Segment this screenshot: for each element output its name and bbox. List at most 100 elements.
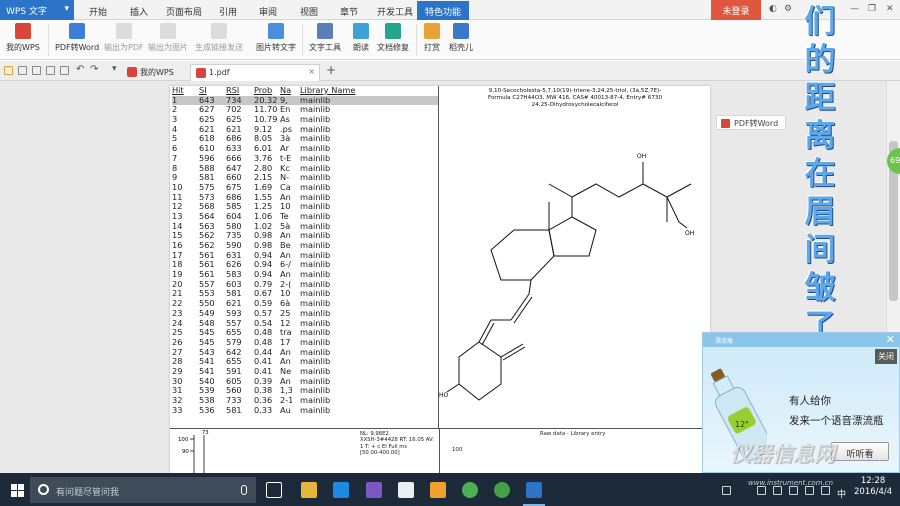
wps-logo-icon xyxy=(127,67,137,77)
bond xyxy=(571,183,680,223)
compound-name-cell: 9, xyxy=(280,95,288,105)
ring xyxy=(548,216,597,257)
shell-button[interactable]: 稻壳儿 xyxy=(449,23,473,53)
store-app-icon[interactable] xyxy=(333,482,349,498)
lyric-char: 们 xyxy=(804,4,836,40)
print-preview-icon[interactable] xyxy=(60,66,69,75)
login-button[interactable]: 未登录 xyxy=(711,0,761,20)
spectrum-info-line: XXSH-3#4428 RT: 16.05 AV: xyxy=(360,437,435,444)
read-aloud-button[interactable]: 朗读 xyxy=(353,23,369,53)
compound-name-cell: 25 xyxy=(280,308,291,318)
bond xyxy=(528,279,532,295)
pdf-to-word-float-button[interactable]: PDF转Word xyxy=(716,115,786,130)
package-app-icon[interactable] xyxy=(430,482,446,498)
wps-app-icon[interactable] xyxy=(526,482,542,498)
save-as-icon[interactable] xyxy=(32,66,41,75)
network-tray-icon[interactable] xyxy=(757,486,766,495)
wifi-icon[interactable] xyxy=(722,486,731,495)
listen-button[interactable]: 听听看 xyxy=(831,442,889,461)
menu-features[interactable]: 特色功能 xyxy=(417,1,470,20)
close-icon[interactable]: ✕ xyxy=(886,333,895,346)
ribbon-divider xyxy=(416,24,417,56)
ring xyxy=(458,341,502,401)
compound-synonym: 24,25-Dihydroxycholecalciferol xyxy=(531,102,619,108)
lyric-char: 间 xyxy=(804,232,836,268)
popup-title: 漂流瓶 xyxy=(715,338,734,345)
wifi-app-icon[interactable] xyxy=(494,482,510,498)
undo-icon[interactable]: ↶ xyxy=(76,64,85,75)
restore-icon[interactable]: ❐ xyxy=(868,4,876,14)
menu-insert[interactable]: 插入 xyxy=(130,5,148,18)
compound-name-cell: An xyxy=(280,270,291,280)
cortana-search-box[interactable]: 有问题尽管问我 xyxy=(30,477,256,503)
tab-my-wps[interactable]: 我的WPS xyxy=(122,64,184,81)
tab-document[interactable]: 1.pdf × xyxy=(190,64,320,81)
compound-formula: Formula C27H44O3, MW 416, CAS# 40013-87-… xyxy=(487,95,663,101)
close-icon[interactable]: ✕ xyxy=(886,4,894,14)
volume-icon[interactable] xyxy=(805,486,814,495)
tick-label: 100 xyxy=(178,437,189,443)
redo-icon[interactable]: ↷ xyxy=(90,64,99,75)
popup-titlebar: 漂流瓶 ✕ xyxy=(703,333,900,347)
battery-icon[interactable] xyxy=(789,486,798,495)
task-view-icon[interactable] xyxy=(266,482,282,498)
export-image-button[interactable]: 输出为图片 xyxy=(148,23,188,53)
chevron-down-icon[interactable]: ▾ xyxy=(112,64,121,74)
compound-name-cell: En xyxy=(280,105,291,115)
watermark-logo: 仪器信息网 xyxy=(730,442,835,466)
microphone-icon[interactable] xyxy=(241,485,247,495)
ime-indicator[interactable]: 中 xyxy=(837,487,846,500)
share-link-button[interactable]: 生成链接发送 xyxy=(195,23,243,53)
table-row[interactable]: 33 536 581 0.33 Au mainlib xyxy=(172,404,438,416)
lyric-char: 皱 xyxy=(804,270,836,306)
my-wps-button[interactable]: 我的WPS xyxy=(6,23,40,53)
doc-repair-label: 文档修复 xyxy=(377,43,409,52)
minimize-icon[interactable]: — xyxy=(850,4,859,14)
taskbar: 有问题尽管问我 中 12:28 2016/4/4 xyxy=(0,473,900,506)
text-tools-button[interactable]: 文字工具 xyxy=(309,23,341,53)
menu-chapter[interactable]: 章节 xyxy=(340,5,358,18)
clock-time: 12:28 xyxy=(860,476,886,486)
menu-start[interactable]: 开始 xyxy=(89,5,107,18)
menu-view[interactable]: 视图 xyxy=(300,5,318,18)
message-tray-icon[interactable] xyxy=(821,486,830,495)
menu-developer[interactable]: 开发工具 xyxy=(377,5,413,18)
lyric-char: 在 xyxy=(804,156,836,192)
export-pdf-button[interactable]: 输出为PDF xyxy=(104,23,144,53)
close-tab-icon[interactable]: × xyxy=(308,67,315,76)
popup-close-button[interactable]: 关闭 xyxy=(875,349,897,364)
image-to-text-button[interactable]: 图片转文字 xyxy=(256,23,296,53)
repair-icon xyxy=(385,23,401,39)
compound-name-cell: 1,3 xyxy=(280,386,292,396)
rsi-value: 581 xyxy=(226,404,242,415)
windows-start-icon[interactable] xyxy=(11,484,24,497)
pdf-to-word-label: PDF转Word xyxy=(55,43,100,52)
save-icon[interactable] xyxy=(18,66,27,75)
security-tray-icon[interactable] xyxy=(773,486,782,495)
pdf-to-word-button[interactable]: PDF转Word xyxy=(55,23,99,53)
new-tab-icon[interactable]: + xyxy=(326,63,336,77)
compound-name-cell: An xyxy=(280,347,291,357)
reward-button[interactable]: 打赏 xyxy=(424,23,440,53)
skin-icon[interactable]: ◐ xyxy=(769,4,777,14)
app-menu-button[interactable]: WPS 文字 ▾ xyxy=(0,0,74,20)
compound-header: 9,10-Secocholesta-5,7,10(19)-triene-3,24… xyxy=(442,88,708,109)
menu-page-layout[interactable]: 页面布局 xyxy=(166,5,202,18)
popup-message-line: 有人给你 xyxy=(789,395,831,407)
doc-repair-button[interactable]: 文档修复 xyxy=(377,23,409,53)
compound-name-cell: Kc xyxy=(280,163,290,173)
compound-name-cell: 2-( xyxy=(280,279,292,289)
menu-review[interactable]: 审阅 xyxy=(259,5,277,18)
settings-icon[interactable]: ⚙ xyxy=(784,4,792,14)
popup-message-line: 发来一个语音漂流瓶 xyxy=(789,415,884,427)
library-name: mainlib xyxy=(300,404,331,415)
print-icon[interactable] xyxy=(46,66,55,75)
store-bag-icon[interactable] xyxy=(398,482,414,498)
file-explorer-icon[interactable] xyxy=(301,482,317,498)
system-clock[interactable]: 12:28 2016/4/4 xyxy=(854,476,892,498)
photo-app-icon[interactable] xyxy=(366,482,382,498)
open-folder-icon[interactable] xyxy=(4,66,13,75)
menu-references[interactable]: 引用 xyxy=(219,5,237,18)
compound-name-cell: Te xyxy=(280,211,289,221)
browser-icon[interactable] xyxy=(462,482,478,498)
